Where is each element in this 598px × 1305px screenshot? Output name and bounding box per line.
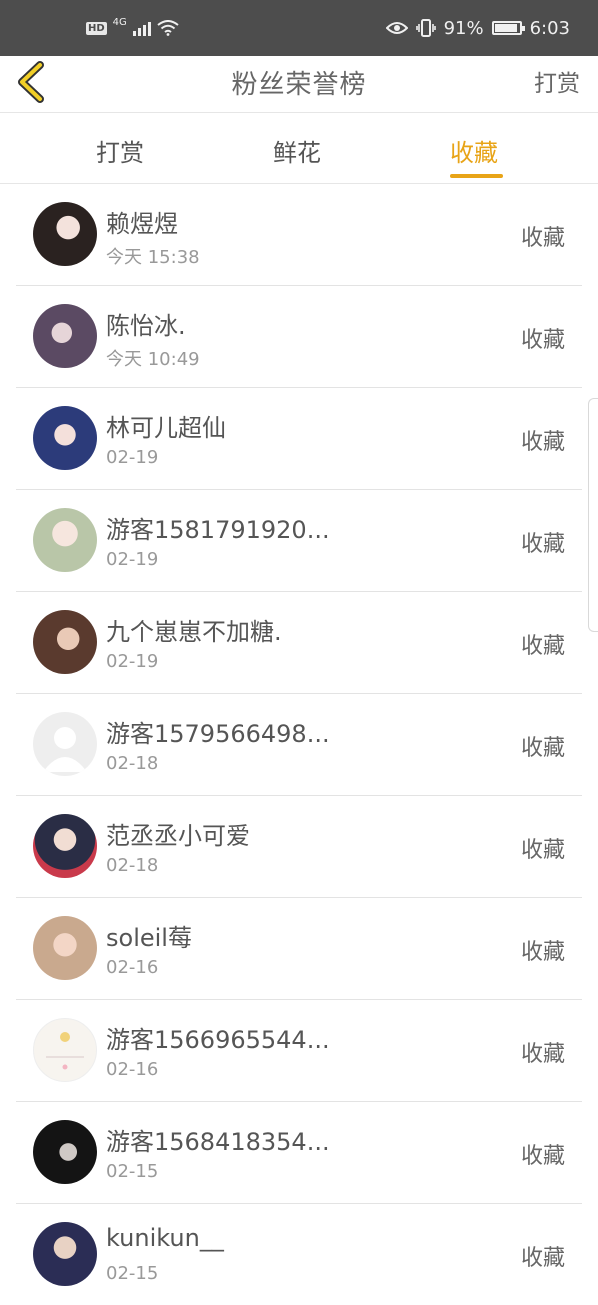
fan-date: 02-16 — [106, 957, 159, 978]
fan-name: 九个崽崽不加糖. — [106, 618, 282, 646]
fan-action: 收藏 — [520, 1042, 565, 1067]
tab-favorites[interactable]: 收藏 — [450, 133, 498, 168]
network-type: 4G — [112, 16, 127, 28]
fan-date: 02-19 — [106, 447, 159, 468]
fan-date: 02-16 — [106, 1059, 159, 1080]
fan-date: 02-18 — [106, 855, 159, 876]
fan-action: 收藏 — [520, 226, 565, 251]
person-icon — [43, 727, 87, 772]
wifi-icon — [157, 20, 179, 36]
fan-list: 赖煜煜 今天 15:38 收藏 陈怡冰. 今天 10:49 收藏 林可儿超仙 0… — [16, 184, 582, 1305]
fan-date: 今天 15:38 — [106, 247, 200, 268]
avatar — [33, 610, 97, 674]
list-item[interactable]: 九个崽崽不加糖. 02-19 收藏 — [16, 592, 582, 694]
list-item[interactable]: 游客1581791920... 02-19 收藏 — [16, 490, 582, 592]
list-item[interactable]: 范丞丞小可爱 02-18 收藏 — [16, 796, 582, 898]
fan-name: 陈怡冰. — [106, 312, 186, 340]
fan-date: 02-15 — [106, 1263, 159, 1284]
fan-name: 范丞丞小可爱 — [106, 822, 250, 850]
fan-date: 02-18 — [106, 753, 159, 774]
list-item[interactable]: 林可儿超仙 02-19 收藏 — [16, 388, 582, 490]
fan-name: soleil莓 — [106, 924, 192, 952]
list-item[interactable]: soleil莓 02-16 收藏 — [16, 898, 582, 1000]
fan-name: 游客1566965544... — [106, 1026, 330, 1054]
fan-date: 02-15 — [106, 1161, 159, 1182]
scroll-handle[interactable] — [588, 398, 598, 632]
fan-name: 林可儿超仙 — [106, 414, 226, 442]
list-item[interactable]: 游客1579566498... 02-18 收藏 — [16, 694, 582, 796]
active-tab-indicator — [450, 174, 503, 178]
avatar — [33, 1120, 97, 1184]
fan-name: 游客1581791920... — [106, 516, 330, 544]
avatar — [33, 406, 97, 470]
avatar — [33, 202, 97, 266]
avatar — [33, 916, 97, 980]
status-bar: HD 4G 91% 6:03 — [0, 0, 598, 56]
eye-comfort-icon — [385, 22, 408, 34]
fan-name: 游客1568418354... — [106, 1128, 330, 1156]
battery-icon — [491, 21, 525, 35]
fan-name: 游客1579566498... — [106, 720, 330, 748]
avatar — [33, 508, 97, 572]
fan-action: 收藏 — [520, 328, 565, 353]
hd-badge: HD — [86, 21, 107, 35]
clock: 6:03 — [529, 17, 570, 39]
fan-action: 收藏 — [520, 1246, 565, 1271]
fan-name: 赖煜煜 — [106, 210, 178, 238]
app-header: 粉丝荣誉榜 打赏 — [0, 56, 598, 113]
list-item[interactable]: 赖煜煜 今天 15:38 收藏 — [16, 184, 582, 286]
list-item[interactable]: 陈怡冰. 今天 10:49 收藏 — [16, 286, 582, 388]
vibrate-icon — [415, 19, 436, 37]
fan-action: 收藏 — [520, 940, 565, 965]
fan-date: 02-19 — [106, 651, 159, 672]
battery-percent: 91% — [443, 17, 484, 39]
flower-icon — [46, 1032, 84, 1070]
fan-date: 02-19 — [106, 549, 159, 570]
tab-flowers[interactable]: 鲜花 — [273, 133, 321, 168]
fan-action: 收藏 — [520, 838, 565, 863]
avatar — [33, 1222, 97, 1286]
tab-reward[interactable]: 打赏 — [96, 133, 144, 168]
fan-action: 收藏 — [520, 532, 565, 557]
fan-name: kunikun__ — [106, 1224, 224, 1252]
list-item[interactable]: 游客1566965544... 02-16 收藏 — [16, 1000, 582, 1102]
status-right: 91% 6:03 — [385, 14, 570, 42]
fan-action: 收藏 — [520, 1144, 565, 1169]
avatar — [33, 814, 97, 878]
fan-action: 收藏 — [520, 736, 565, 761]
page-title: 粉丝荣誉榜 — [231, 70, 367, 100]
list-item[interactable]: kunikun__ 02-15 收藏 — [16, 1204, 582, 1305]
avatar — [33, 1018, 97, 1082]
fan-action: 收藏 — [520, 430, 565, 455]
status-left: HD 4G — [86, 16, 179, 40]
reward-button[interactable]: 打赏 — [534, 64, 580, 98]
tab-bar: 打赏 鲜花 收藏 — [0, 113, 598, 184]
default-user-avatar — [33, 712, 97, 776]
signal-icon — [132, 20, 151, 36]
avatar — [33, 304, 97, 368]
fan-date: 今天 10:49 — [106, 349, 200, 370]
list-item[interactable]: 游客1568418354... 02-15 收藏 — [16, 1102, 582, 1204]
fan-action: 收藏 — [520, 634, 565, 659]
